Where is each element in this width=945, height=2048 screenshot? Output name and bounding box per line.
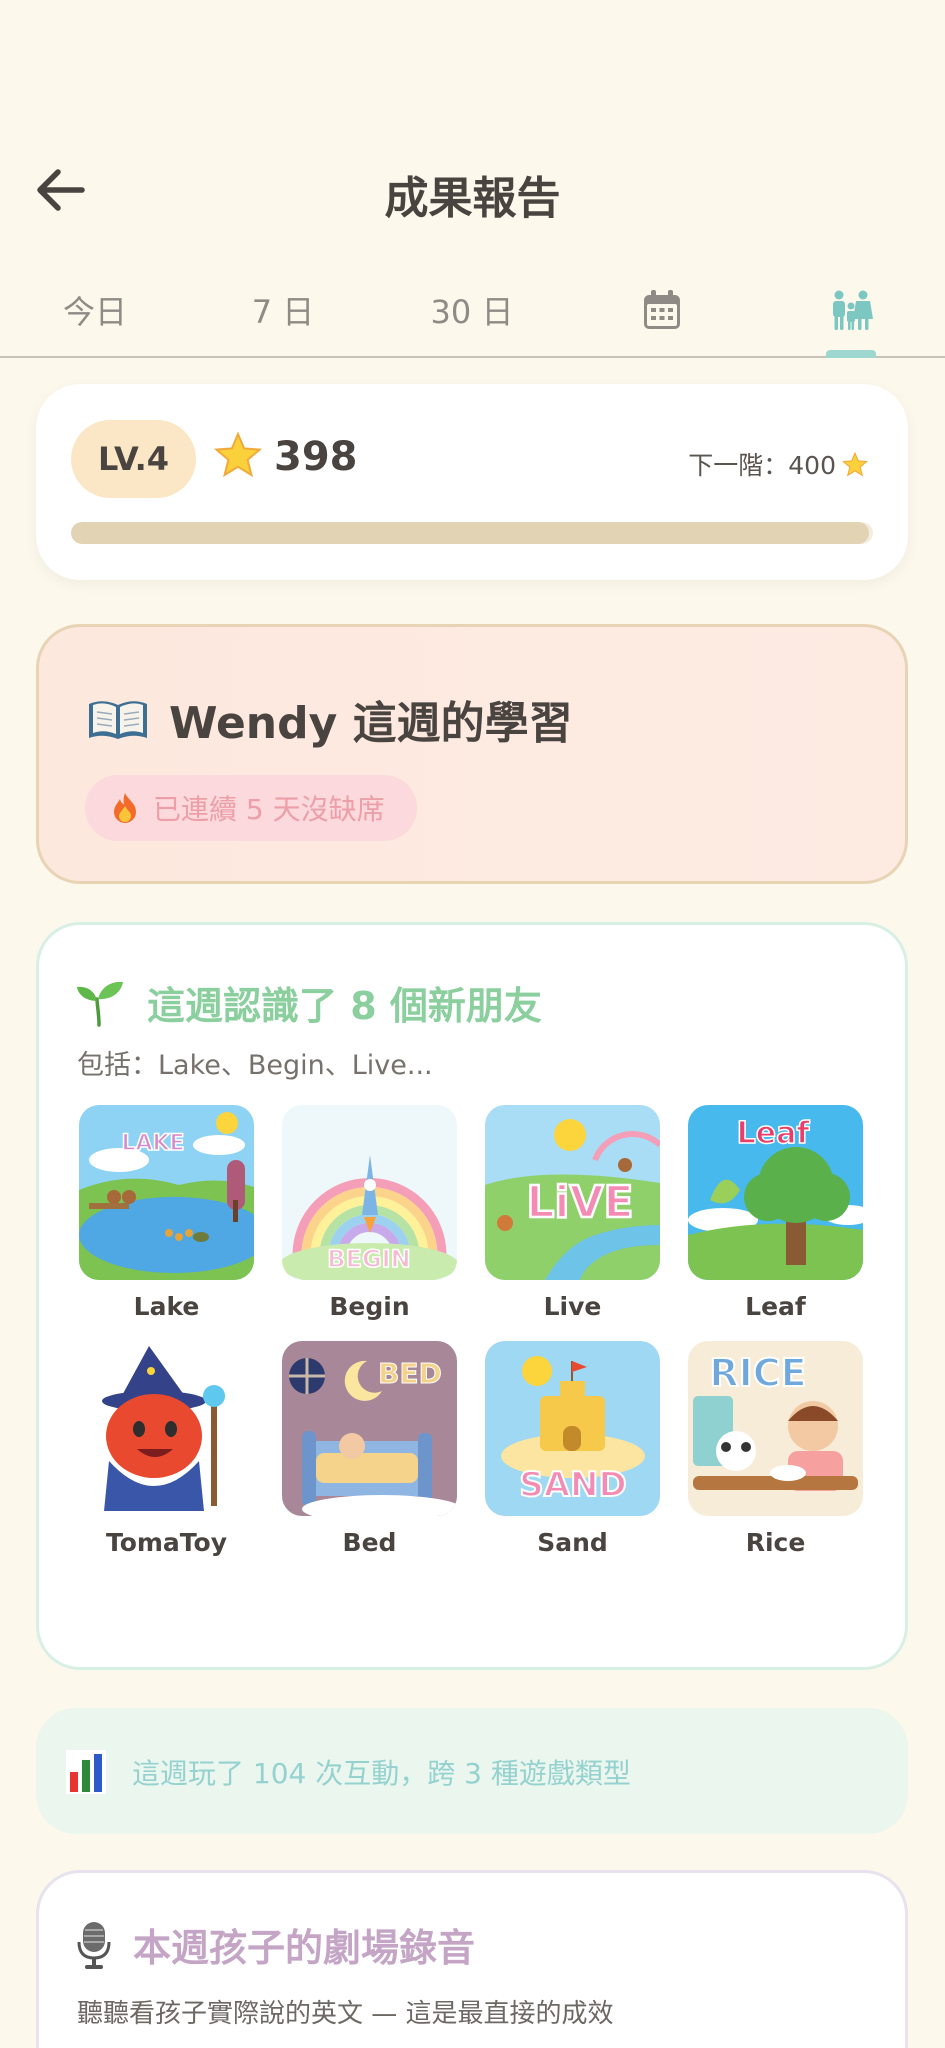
word-card-live[interactable]: LiVE Live <box>485 1105 660 1321</box>
word-art-text: BEGIN <box>327 1245 410 1273</box>
new-words-subtitle: 包括：Lake、Begin、Live... <box>77 1050 433 1081</box>
word-card-begin[interactable]: BEGIN Begin <box>282 1105 457 1321</box>
tab-calendar[interactable] <box>622 278 702 342</box>
word-card-tomatoy[interactable]: TomaToy <box>79 1341 254 1557</box>
weekly-title: Wendy 這週的學習 <box>87 687 573 751</box>
tab-7-days[interactable]: 7 日 <box>228 278 338 342</box>
microphone-icon <box>77 1921 111 1969</box>
word-card-leaf[interactable]: Leaf Leaf <box>688 1105 863 1321</box>
word-card-rice[interactable]: RICE Rice <box>688 1341 863 1557</box>
interactions-text: 這週玩了 104 次互動，跨 3 種遊戲類型 <box>132 1757 631 1790</box>
word-art-text: RICE <box>709 1351 806 1395</box>
word-card-sand[interactable]: SAND Sand <box>485 1341 660 1557</box>
word-label: TomaToy <box>105 1528 228 1557</box>
new-words-title: 這週認識了 8 個新朋友 <box>75 975 542 1030</box>
star-icon <box>842 451 868 476</box>
family-icon <box>833 290 873 330</box>
tab-label: 今日 <box>62 293 127 331</box>
word-label: Lake <box>133 1292 200 1321</box>
level-card: LV.4 398 下一階：400 <box>36 384 908 580</box>
word-label: Begin <box>329 1292 410 1321</box>
word-label: Leaf <box>745 1292 806 1321</box>
streak-badge: 已連續 5 天沒缺席 <box>85 775 417 841</box>
word-art-text: SAND <box>519 1465 626 1505</box>
recordings-title-text: 本週孩子的劇場錄音 <box>133 1926 476 1970</box>
next-level-info: 下一階：400 <box>688 446 868 482</box>
level-progress-bar <box>71 522 873 544</box>
word-label: Rice <box>745 1528 806 1557</box>
word-image-lake: LAKE <box>79 1105 254 1280</box>
word-card-lake[interactable]: LAKE Lake <box>79 1105 254 1321</box>
word-image-live: LiVE <box>485 1105 660 1280</box>
weekly-summary-card[interactable]: Wendy 這週的學習 已連續 5 天沒缺席 <box>36 624 908 884</box>
word-art-text: Leaf <box>737 1116 811 1151</box>
word-art-text: LiVE <box>526 1177 633 1228</box>
weekly-title-text: Wendy 這週的學習 <box>169 698 573 749</box>
open-book-icon <box>89 701 147 739</box>
word-image-begin: BEGIN <box>282 1105 457 1280</box>
active-tab-indicator <box>826 350 876 358</box>
word-image-bed: BED <box>282 1341 457 1516</box>
calendar-icon <box>644 290 680 329</box>
new-words-card: 這週認識了 8 個新朋友 包括：Lake、Begin、Live... LAKE <box>36 922 908 1670</box>
tab-today[interactable]: 今日 <box>40 278 150 342</box>
level-badge: LV.4 <box>71 420 196 498</box>
sprout-icon <box>77 981 123 1027</box>
star-icon <box>214 432 262 478</box>
recordings-subtitle: 聽聽看孩子實際說的英文 — 這是最直接的成效 <box>77 1999 614 2029</box>
word-art-text: LAKE <box>121 1131 184 1156</box>
star-points: 398 <box>274 434 358 480</box>
tab-family[interactable] <box>811 278 891 342</box>
word-card-bed[interactable]: BED Bed <box>282 1341 457 1557</box>
header: 成果報告 <box>0 150 945 230</box>
page-title: 成果報告 <box>384 173 561 224</box>
recordings-title: 本週孩子的劇場錄音 <box>77 1917 475 1972</box>
word-image-rice: RICE <box>688 1341 863 1516</box>
word-label: Live <box>543 1292 602 1321</box>
tab-30-days[interactable]: 30 日 <box>412 278 532 342</box>
tab-label: 7 日 <box>251 293 315 331</box>
next-level-label: 下一階：400 <box>688 451 836 480</box>
streak-text: 已連續 5 天沒缺席 <box>153 793 385 826</box>
level-progress-fill <box>71 522 869 544</box>
word-label: Bed <box>342 1528 397 1557</box>
interactions-card[interactable]: 這週玩了 104 次互動，跨 3 種遊戲類型 <box>36 1708 908 1834</box>
tab-label: 30 日 <box>430 293 514 331</box>
word-image-leaf: Leaf <box>688 1105 863 1280</box>
fire-icon <box>114 793 136 823</box>
new-words-title-text: 這週認識了 8 個新朋友 <box>147 984 542 1028</box>
word-image-sand: SAND <box>485 1341 660 1516</box>
bar-chart-icon <box>66 1750 106 1794</box>
word-art-text: BED <box>378 1357 442 1390</box>
interactions-summary: 這週玩了 104 次互動，跨 3 種遊戲類型 <box>66 1750 631 1794</box>
recordings-card[interactable]: 本週孩子的劇場錄音 聽聽看孩子實際說的英文 — 這是最直接的成效 <box>36 1870 908 2048</box>
word-image-tomatoy <box>79 1341 254 1516</box>
period-tabs: 今日 7 日 30 日 <box>0 270 945 358</box>
word-label: Sand <box>537 1528 608 1557</box>
